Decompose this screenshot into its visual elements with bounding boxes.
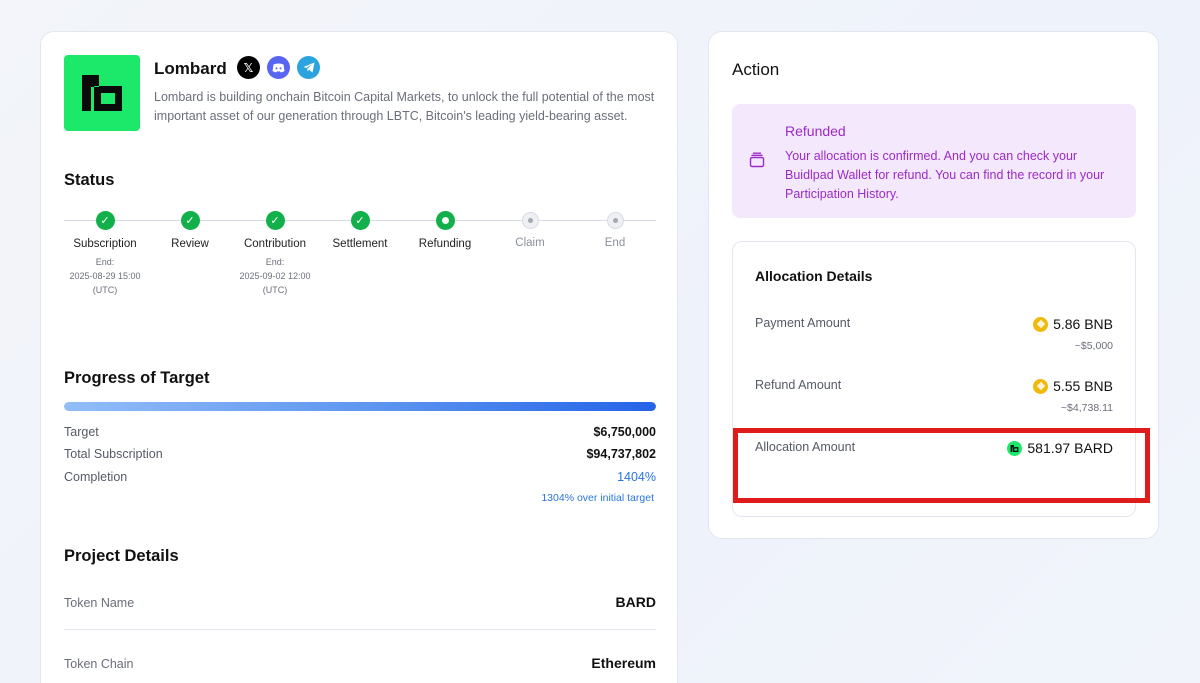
token-name-value: BARD <box>615 594 656 610</box>
lombard-logo-icon <box>82 75 122 111</box>
target-label: Target <box>64 425 99 439</box>
progress-fill <box>64 402 656 411</box>
refund-status-text: Your allocation is confirmed. And you ca… <box>785 149 1105 201</box>
check-icon: ✓ <box>95 211 115 230</box>
over-target-note: 1304% over initial target <box>541 492 654 504</box>
project-card: Lombard 𝕏 Lombard is building onchain Bi… <box>40 31 678 683</box>
highlight-annotation-box <box>733 428 1150 503</box>
total-subscription-value: $94,737,802 <box>586 447 656 461</box>
refund-status-banner: Refunded Your allocation is confirmed. A… <box>732 104 1136 218</box>
project-details-heading: Project Details <box>64 547 179 565</box>
bnb-coin-icon <box>1033 378 1049 394</box>
project-logo <box>64 55 140 131</box>
progress-bar <box>64 402 656 411</box>
payment-amount-usd: ~$5,000 <box>1074 340 1113 352</box>
divider <box>64 629 656 630</box>
step-label: End <box>604 237 626 249</box>
telegram-icon[interactable] <box>297 56 320 79</box>
check-icon: ✓ <box>265 211 285 230</box>
pending-step-icon <box>521 212 539 229</box>
step-end: End <box>565 208 665 249</box>
total-subscription-label: Total Subscription <box>64 447 163 461</box>
project-name: Lombard <box>154 59 227 78</box>
total-subscription-row: Total Subscription $94,737,802 <box>64 447 656 461</box>
check-icon: ✓ <box>350 211 370 230</box>
token-chain-value: Ethereum <box>591 655 656 671</box>
current-step-icon <box>435 211 455 230</box>
payment-amount-value: 5.86 BNB <box>1033 316 1113 332</box>
bnb-coin-icon <box>1033 316 1049 332</box>
target-row: Target $6,750,000 <box>64 425 656 439</box>
wallet-icon <box>749 152 765 168</box>
check-icon: ✓ <box>180 211 200 230</box>
step-end-date: End: 2025-09-02 12:00 (UTC) <box>239 257 311 295</box>
token-name-label: Token Name <box>64 596 135 610</box>
pending-step-icon <box>606 212 624 229</box>
refund-status-title: Refunded <box>785 123 846 139</box>
project-description: Lombard is building onchain Bitcoin Capi… <box>154 90 655 123</box>
target-value: $6,750,000 <box>593 425 656 439</box>
refund-amount-usd: ~$4,738.11 <box>1060 402 1113 414</box>
payment-amount-label: Payment Amount <box>755 316 851 330</box>
token-name-row: Token Name BARD <box>64 594 656 610</box>
social-links: 𝕏 <box>237 56 320 79</box>
allocation-details-heading: Allocation Details <box>755 268 873 284</box>
completion-label: Completion <box>64 470 128 484</box>
completion-row: Completion 1404% <box>64 470 656 484</box>
x-icon[interactable]: 𝕏 <box>237 56 260 79</box>
status-stepper: ✓ Subscription End: 2025-08-29 15:00 (UT… <box>64 208 656 308</box>
completion-value: 1404% <box>617 470 656 484</box>
discord-icon[interactable] <box>267 56 290 79</box>
token-chain-label: Token Chain <box>64 657 134 671</box>
progress-heading: Progress of Target <box>64 369 210 387</box>
refund-amount-value: 5.55 BNB <box>1033 378 1113 394</box>
status-heading: Status <box>64 171 115 189</box>
token-chain-row: Token Chain Ethereum <box>64 655 656 671</box>
step-end-date: End: 2025-08-29 15:00 (UTC) <box>69 257 141 295</box>
refund-amount-label: Refund Amount <box>755 378 842 392</box>
action-heading: Action <box>732 60 780 79</box>
